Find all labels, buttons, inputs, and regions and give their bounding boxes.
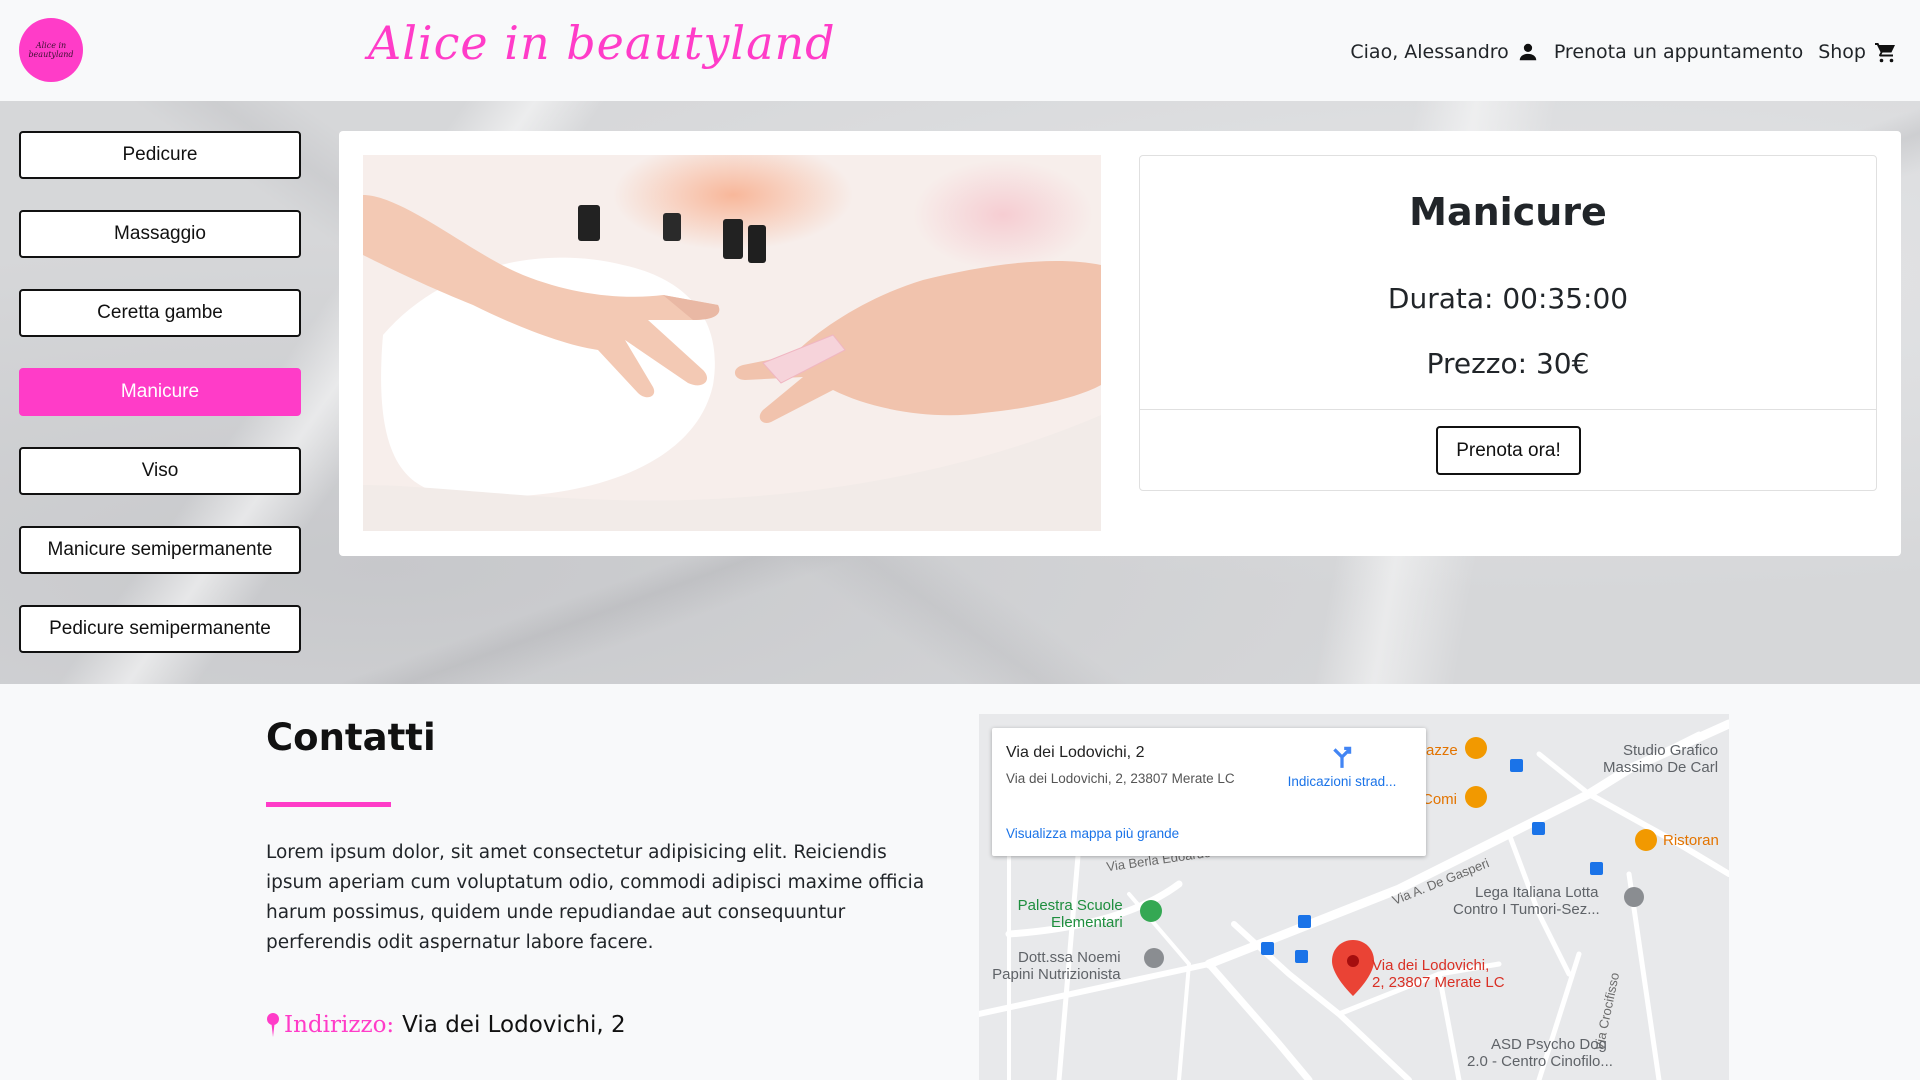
brand-title[interactable]: Alice in beautyland bbox=[368, 16, 836, 70]
directions-link[interactable]: Indicazioni strad... bbox=[1272, 744, 1412, 789]
map-info-popup: Via dei Lodovichi, 2 Via dei Lodovichi, … bbox=[992, 728, 1426, 856]
shop-label: Shop bbox=[1818, 41, 1866, 63]
service-button-ceretta-gambe[interactable]: Ceretta gambe bbox=[19, 289, 301, 337]
info-divider bbox=[1140, 409, 1876, 410]
service-info-panel: Manicure Durata: 00:35:00 Prezzo: 30€ Pr… bbox=[1139, 155, 1877, 491]
service-button-pedicure[interactable]: Pedicure bbox=[19, 131, 301, 179]
green-poi-pin bbox=[1140, 900, 1162, 922]
embedded-map[interactable]: Via Berla Edoardo Via A. De Gasperi Via … bbox=[979, 714, 1729, 1080]
popup-title: Via dei Lodovichi, 2 bbox=[1006, 744, 1145, 761]
shop-link[interactable]: Shop bbox=[1818, 40, 1898, 64]
logo[interactable]: Alice in beautyland bbox=[19, 18, 83, 82]
address-label: Indirizzo: bbox=[284, 1012, 395, 1038]
logo-text: Alice in beautyland bbox=[28, 41, 74, 59]
contacts-title: Contatti bbox=[266, 716, 436, 759]
service-button-massaggio[interactable]: Massaggio bbox=[19, 210, 301, 258]
poi-lega-tumori[interactable]: Lega Italiana Lotta Contro I Tumori-Sez..… bbox=[1453, 884, 1600, 918]
contacts-description: Lorem ipsum dolor, sit amet consectetur … bbox=[266, 842, 925, 953]
manicure-illustration bbox=[363, 155, 1101, 531]
service-button-manicure-semipermanente[interactable]: Manicure semipermanente bbox=[19, 526, 301, 574]
service-button-pedicure-semipermanente[interactable]: Pedicure semipermanente bbox=[19, 605, 301, 653]
services-section: Pedicure Massaggio Ceretta gambe Manicur… bbox=[0, 101, 1920, 684]
location-pin bbox=[1332, 940, 1374, 996]
navbar: Alice in beautyland Alice in beautyland … bbox=[0, 0, 1920, 101]
map-pin-icon bbox=[267, 1013, 279, 1037]
service-title: Manicure bbox=[1409, 190, 1607, 234]
service-button-manicure[interactable]: Manicure bbox=[19, 368, 301, 416]
service-photo bbox=[363, 155, 1101, 531]
directions-icon bbox=[1333, 746, 1352, 768]
book-appointment-link[interactable]: Prenota un appuntamento bbox=[1554, 41, 1803, 63]
title-underline bbox=[266, 802, 391, 807]
user-menu[interactable]: Ciao, Alessandro bbox=[1350, 41, 1538, 63]
greeting-text: Ciao, Alessandro bbox=[1350, 41, 1509, 63]
service-price: Prezzo: 30€ bbox=[1426, 347, 1590, 380]
service-card: Manicure Durata: 00:35:00 Prezzo: 30€ Pr… bbox=[339, 131, 1901, 556]
poi-azze[interactable]: azze bbox=[1426, 742, 1458, 759]
poi-studio-grafico[interactable]: Studio Grafico Massimo De Carl bbox=[1597, 742, 1718, 776]
poi-ristorante[interactable]: Ristoran bbox=[1663, 832, 1719, 849]
service-button-viso[interactable]: Viso bbox=[19, 447, 301, 495]
pin-address-label: Via dei Lodovichi, 2, 23807 Merate LC bbox=[1372, 957, 1505, 991]
address-value: Via dei Lodovichi, 2 bbox=[402, 1012, 626, 1038]
address-row: Indirizzo: Via dei Lodovichi, 2 bbox=[266, 1012, 626, 1038]
poi-nutrizionista[interactable]: Dott.ssa Noemi Papini Nutrizionista bbox=[987, 949, 1120, 983]
poi-asd-psycho-dog[interactable]: ASD Psycho Dog 2.0 - Centro Cinofilo... bbox=[1467, 1036, 1613, 1070]
user-icon bbox=[1519, 43, 1537, 61]
service-duration: Durata: 00:35:00 bbox=[1387, 282, 1629, 315]
nav-links: Ciao, Alessandro Prenota un appuntamento… bbox=[1335, 40, 1898, 64]
book-now-button[interactable]: Prenota ora! bbox=[1436, 426, 1581, 475]
directions-label: Indicazioni strad... bbox=[1287, 774, 1397, 789]
poi-palestra[interactable]: Palestra Scuole Elementari bbox=[1013, 897, 1123, 931]
grey-poi-pin bbox=[1144, 948, 1164, 968]
poi-comi[interactable]: Comi bbox=[1422, 791, 1457, 808]
larger-map-link[interactable]: Visualizza mappa più grande bbox=[1006, 826, 1179, 841]
popup-address: Via dei Lodovichi, 2, 23807 Merate LC bbox=[1006, 771, 1235, 786]
grey-poi-pin-2 bbox=[1624, 887, 1644, 907]
cart-icon bbox=[1875, 43, 1895, 63]
